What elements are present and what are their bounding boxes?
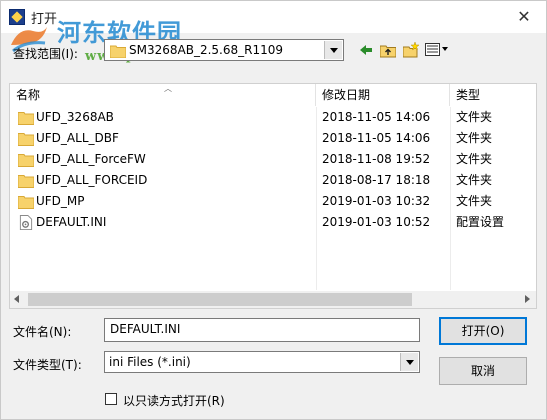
file-row[interactable]: UFD_3268AB 2018-11-05 14:06 文件夹 [10, 107, 536, 128]
folder-icon [110, 45, 126, 58]
back-button[interactable] [355, 39, 377, 61]
chevron-down-icon[interactable] [324, 41, 342, 59]
lookin-value: SM3268AB_2.5.68_R1109 [129, 43, 283, 57]
readonly-checkbox[interactable] [105, 393, 117, 405]
file-type: 文件夹 [456, 131, 493, 145]
file-type: 文件夹 [456, 194, 493, 208]
file-row[interactable]: UFD_ALL_ForceFW 2018-11-08 19:52 文件夹 [10, 149, 536, 170]
file-date: 2018-11-05 14:06 [322, 131, 431, 145]
filetype-dropdown[interactable]: ini Files (*.ini) [104, 351, 420, 373]
folder-icon [18, 154, 34, 167]
folder-icon [18, 112, 34, 125]
horizontal-scrollbar[interactable] [10, 291, 536, 308]
file-row[interactable]: DEFAULT.INI 2019-01-03 10:52 配置设置 [10, 212, 536, 233]
file-type: 文件夹 [456, 173, 493, 187]
open-file-dialog: 打开 ✕ 河东软件园 www.pc0359.cn 查找范围(I): SM3268… [0, 0, 547, 420]
dialog-title: 打开 [31, 12, 58, 27]
file-name: UFD_ALL_FORCEID [36, 173, 148, 187]
scroll-right-icon[interactable] [525, 295, 530, 303]
file-type: 文件夹 [456, 110, 493, 124]
file-name: DEFAULT.INI [36, 215, 107, 229]
folder-icon [18, 133, 34, 146]
new-folder-button[interactable] [400, 39, 422, 61]
file-type: 配置设置 [456, 215, 505, 229]
up-folder-icon [380, 45, 396, 58]
folder-icon [18, 175, 34, 188]
file-date: 2018-11-05 14:06 [322, 110, 431, 124]
column-header-date[interactable]: 修改日期 [316, 84, 450, 106]
back-icon [360, 45, 372, 55]
file-date: 2018-08-17 18:18 [322, 173, 431, 187]
readonly-label: 以只读方式打开(R) [123, 394, 225, 408]
file-row[interactable]: UFD_ALL_FORCEID 2018-08-17 18:18 文件夹 [10, 170, 536, 191]
file-name: UFD_MP [36, 194, 85, 208]
file-name: UFD_ALL_ForceFW [36, 152, 146, 166]
app-icon [9, 9, 25, 25]
open-button[interactable]: 打开(O) [439, 317, 527, 345]
folder-icon [18, 196, 34, 209]
up-folder-button[interactable] [377, 39, 399, 61]
view-menu-button[interactable] [422, 39, 452, 61]
settings-file-icon [19, 215, 33, 230]
filetype-value: ini Files (*.ini) [109, 355, 191, 369]
filename-input[interactable]: DEFAULT.INI [104, 318, 420, 342]
column-header-type[interactable]: 类型 [450, 84, 536, 106]
filename-label: 文件名(N): [13, 325, 72, 339]
chevron-down-icon[interactable] [400, 353, 418, 371]
file-name: UFD_3268AB [36, 110, 114, 124]
file-name: UFD_ALL_DBF [36, 131, 119, 145]
file-list[interactable]: ︿ 名称 修改日期 类型 UFD_3268AB 2018-11-05 14:06… [9, 83, 537, 309]
lookin-dropdown[interactable]: SM3268AB_2.5.68_R1109 [104, 39, 344, 61]
file-row[interactable]: UFD_MP 2019-01-03 10:32 文件夹 [10, 191, 536, 212]
scroll-left-icon[interactable] [14, 295, 19, 303]
view-menu-icon [425, 43, 448, 56]
file-type: 文件夹 [456, 152, 493, 166]
title-bar: 打开 ✕ [1, 1, 546, 33]
file-date: 2019-01-03 10:52 [322, 215, 431, 229]
file-row[interactable]: UFD_ALL_DBF 2018-11-05 14:06 文件夹 [10, 128, 536, 149]
cancel-button[interactable]: 取消 [439, 357, 527, 385]
filetype-label: 文件类型(T): [13, 358, 82, 372]
new-folder-icon [403, 42, 419, 58]
file-date: 2019-01-03 10:32 [322, 194, 431, 208]
lookin-label: 查找范围(I): [13, 47, 78, 61]
file-date: 2018-11-08 19:52 [322, 152, 431, 166]
column-header-name[interactable]: 名称 [10, 84, 316, 106]
close-button[interactable]: ✕ [512, 5, 536, 29]
scrollbar-thumb[interactable] [28, 293, 412, 306]
